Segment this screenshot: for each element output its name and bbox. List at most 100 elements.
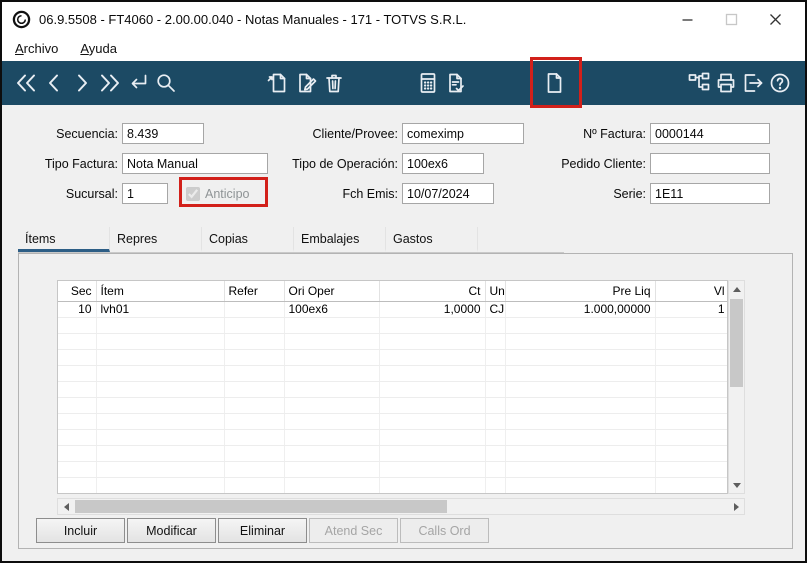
table-row-empty[interactable]	[58, 461, 727, 478]
table-cell	[224, 381, 285, 398]
tipo-factura-input[interactable]	[122, 153, 268, 174]
sucursal-label: Sucursal:	[65, 186, 118, 201]
new-document-icon[interactable]	[264, 65, 292, 101]
column-header-vl[interactable]: Vl	[655, 281, 727, 302]
vertical-scroll-thumb[interactable]	[730, 299, 743, 387]
column-header-sec[interactable]: Sec	[58, 281, 97, 302]
table-row-empty[interactable]	[58, 381, 727, 398]
fch-emis-input[interactable]	[402, 183, 494, 204]
table-cell	[505, 429, 656, 446]
exit-icon[interactable]	[739, 65, 766, 101]
table-row-empty[interactable]	[58, 429, 727, 446]
scroll-right-icon[interactable]	[728, 499, 744, 514]
table-cell	[485, 349, 506, 366]
fch-emis-label: Fch Emis:	[342, 186, 398, 201]
column-header-ori-oper[interactable]: Ori Oper	[284, 281, 380, 302]
menu-ayuda[interactable]: Ayuda	[80, 41, 117, 56]
pedido-cliente-input[interactable]	[650, 153, 770, 174]
table-cell	[505, 317, 656, 334]
table-cell	[485, 381, 506, 398]
table-row-empty[interactable]	[58, 365, 727, 382]
minimize-icon[interactable]	[665, 5, 709, 33]
eliminar-button[interactable]: Eliminar	[218, 518, 307, 543]
table-cell	[58, 477, 97, 493]
incluir-button[interactable]: Incluir	[36, 518, 125, 543]
document-check-icon[interactable]	[442, 65, 470, 101]
action-buttons: Incluir Modificar Eliminar Atend Sec Cal…	[36, 518, 489, 543]
table-cell	[655, 349, 727, 366]
help-icon[interactable]	[766, 65, 793, 101]
last-icon[interactable]	[96, 65, 124, 101]
cliente-provee-field: Cliente/Provee:	[282, 123, 524, 144]
horizontal-scroll-thumb[interactable]	[75, 500, 447, 513]
column-header--tem[interactable]: Ítem	[96, 281, 225, 302]
table-row-empty[interactable]	[58, 445, 727, 462]
secuencia-input[interactable]	[122, 123, 204, 144]
table-row[interactable]: 10 lvh01 100ex6 1,0000 CJ 1.000,00000 1	[58, 301, 727, 318]
cliente-provee-input[interactable]	[402, 123, 524, 144]
column-header-refer[interactable]: Refer	[224, 281, 285, 302]
tab-copias[interactable]: Copias	[202, 227, 294, 252]
close-icon[interactable]	[753, 5, 797, 33]
table-row-empty[interactable]	[58, 333, 727, 350]
print-icon[interactable]	[712, 65, 739, 101]
num-factura-label: Nº Factura:	[583, 126, 646, 141]
previous-icon[interactable]	[40, 65, 68, 101]
pedido-cliente-field: Pedido Cliente:	[552, 153, 770, 174]
enter-icon[interactable]	[124, 65, 152, 101]
table-cell	[655, 381, 727, 398]
table-cell: CJ	[485, 301, 506, 318]
serie-input[interactable]	[650, 183, 770, 204]
table-cell	[58, 445, 97, 462]
sucursal-input[interactable]	[122, 183, 168, 204]
edit-document-icon[interactable]	[292, 65, 320, 101]
table-row-empty[interactable]	[58, 397, 727, 414]
scroll-up-icon[interactable]	[729, 281, 744, 297]
table-cell: lvh01	[96, 301, 225, 318]
horizontal-scrollbar[interactable]	[57, 498, 745, 515]
tab-embalajes[interactable]: Embalajes	[294, 227, 386, 252]
table-cell	[379, 397, 486, 414]
table-cell: 100ex6	[284, 301, 380, 318]
tipo-factura-field: Tipo Factura:	[10, 153, 268, 174]
anticipo-field: Anticipo	[179, 177, 268, 207]
delete-icon[interactable]	[320, 65, 348, 101]
table-cell	[655, 413, 727, 430]
window-title: 06.9.5508 - FT4060 - 2.00.00.040 - Notas…	[39, 11, 467, 27]
tipo-operacion-field: Tipo de Operación:	[272, 153, 484, 174]
tab-items[interactable]: Ítems	[18, 227, 110, 252]
table-cell	[58, 317, 97, 334]
anticipo-checkbox	[186, 186, 200, 201]
table-row-empty[interactable]	[58, 413, 727, 430]
table-cell	[655, 397, 727, 414]
menu-archivo[interactable]: Archivo	[15, 41, 58, 56]
search-icon[interactable]	[152, 65, 180, 101]
vertical-scrollbar[interactable]	[728, 280, 745, 494]
modificar-button[interactable]: Modificar	[127, 518, 216, 543]
calculator-icon[interactable]	[414, 65, 442, 101]
table-cell	[224, 317, 285, 334]
tree-icon[interactable]	[685, 65, 712, 101]
num-factura-input[interactable]	[650, 123, 770, 144]
column-header-pre-liq[interactable]: Pre Liq	[505, 281, 656, 302]
scroll-left-icon[interactable]	[58, 499, 74, 514]
table-cell	[58, 333, 97, 350]
table-row-empty[interactable]	[58, 349, 727, 366]
first-record-icon[interactable]	[12, 65, 40, 101]
table-row-empty[interactable]	[58, 477, 727, 493]
next-icon[interactable]	[68, 65, 96, 101]
column-header-ct[interactable]: Ct	[379, 281, 486, 302]
tipo-operacion-input[interactable]	[402, 153, 484, 174]
blank-document-icon[interactable]	[540, 65, 568, 101]
tab-gastos[interactable]: Gastos	[386, 227, 478, 252]
table-cell	[284, 461, 380, 478]
column-header-un[interactable]: Un	[485, 281, 506, 302]
table-cell	[655, 477, 727, 493]
table-cell	[485, 365, 506, 382]
tab-repres[interactable]: Repres	[110, 227, 202, 252]
table-cell	[96, 333, 225, 350]
table-cell	[655, 445, 727, 462]
table-cell	[485, 333, 506, 350]
table-row-empty[interactable]	[58, 317, 727, 334]
scroll-down-icon[interactable]	[729, 477, 744, 493]
